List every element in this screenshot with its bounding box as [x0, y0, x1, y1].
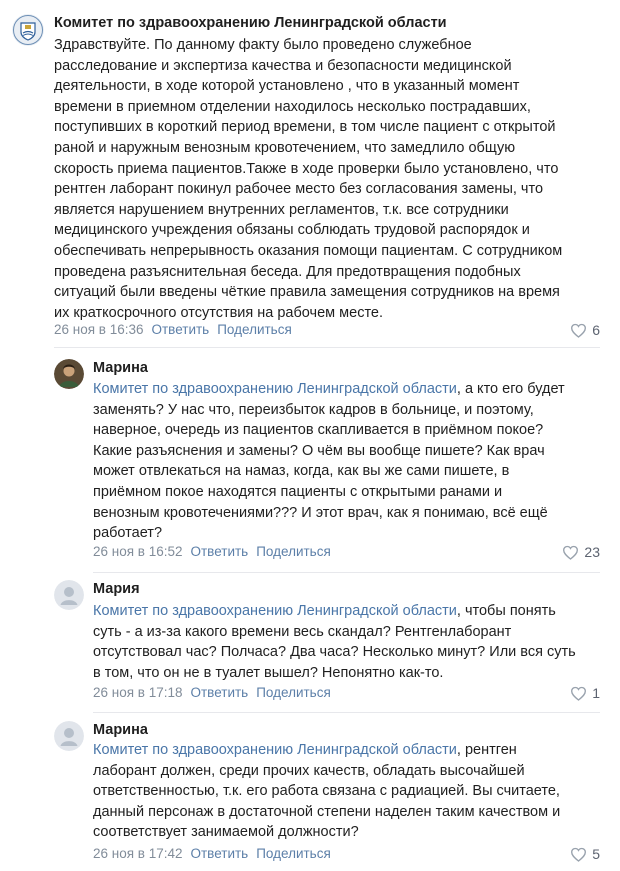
- comment-meta: 26 ноя в 16:52 Ответить Поделиться: [93, 544, 331, 559]
- comment-text: Комитет по здравоохранению Ленинградской…: [93, 601, 576, 683]
- comment-text: Комитет по здравоохранению Ленинградской…: [93, 379, 565, 544]
- avatar[interactable]: [54, 721, 84, 751]
- avatar-committee[interactable]: [12, 14, 44, 46]
- comment-line: Здравствуйте. По данному факту было пров…: [54, 37, 472, 53]
- mention-link[interactable]: Комитет по здравоохранению Ленинградской…: [93, 603, 457, 619]
- comment-reply: Марина Комитет по здравоохранению Ленинг…: [0, 717, 620, 871]
- comment-date[interactable]: 26 ноя в 17:18: [93, 685, 183, 700]
- like-button[interactable]: 23: [562, 544, 600, 560]
- comment-divider: [93, 572, 600, 573]
- default-avatar-icon: [54, 721, 84, 751]
- reply-button[interactable]: Ответить: [152, 322, 210, 337]
- comment-line: данный персонаж в достаточной степени на…: [93, 803, 561, 820]
- like-count: 1: [592, 685, 600, 701]
- mention-link[interactable]: Комитет по здравоохранению Ленинградской…: [93, 381, 457, 397]
- comment-line: Какие разъяснения и замены? О чём вы воо…: [93, 442, 545, 459]
- comment-line: Комитет по здравоохранению Ленинградской…: [93, 379, 565, 400]
- comment-author[interactable]: Марина: [93, 360, 148, 376]
- comment-line: наверное, очередь из пациентов скапливае…: [93, 422, 544, 439]
- default-avatar-icon: [54, 580, 84, 610]
- comment-line: времени в приемном отделении находилось …: [54, 98, 531, 115]
- comment-line: заменять? У нас что, переизбыток кадров …: [93, 401, 534, 418]
- comment-line: медицинского учреждения обязаны соблюдат…: [54, 222, 530, 239]
- comment-line: приёмном покое находятся пациенты с откр…: [93, 483, 503, 500]
- like-count: 5: [592, 846, 600, 862]
- comment-line: ответственностью, т.к. его работа связан…: [93, 783, 560, 800]
- reply-button[interactable]: Ответить: [191, 544, 249, 559]
- comment-line: Комитет по здравоохранению Ленинградской…: [93, 601, 576, 622]
- like-button[interactable]: 1: [570, 685, 600, 701]
- heart-icon: [563, 545, 579, 560]
- share-button[interactable]: Поделиться: [256, 685, 331, 700]
- heart-icon: [571, 686, 587, 701]
- comment-line: венозным кровотечениями??? И этот врач, …: [93, 504, 548, 521]
- reply-button[interactable]: Ответить: [191, 846, 249, 861]
- comment-line-rest: , а кто его будет: [456, 381, 565, 397]
- comment-line: проведена разъяснительная беседа. Для пр…: [54, 263, 521, 280]
- comment-line: может отвлекаться на намаз, когда, как в…: [93, 463, 510, 480]
- avatar[interactable]: [54, 580, 84, 610]
- comment-line-rest: , рентген: [456, 742, 517, 758]
- comment-meta: 26 ноя в 16:36 Ответить Поделиться: [54, 322, 292, 337]
- share-button[interactable]: Поделиться: [256, 544, 331, 559]
- comment-author[interactable]: Комитет по здравоохранению Ленинградской…: [54, 15, 447, 31]
- comment-text: Комитет по здравоохранению Ленинградской…: [93, 740, 560, 843]
- like-count: 23: [584, 544, 600, 560]
- comment-line: отсутствовал час? Полчаса? Два часа? Нес…: [93, 644, 576, 661]
- comment-author[interactable]: Марина: [93, 722, 148, 738]
- comment-line: в том, что он не в туалет вышел? Непонят…: [93, 664, 444, 681]
- comment-line-rest: , чтобы понять: [456, 603, 556, 619]
- comment-reply: Марина Комитет по здравоохранению Ленинг…: [0, 355, 620, 570]
- comment-line: соответствует занимаемой должности?: [93, 824, 359, 841]
- comment-line: Комитет по здравоохранению Ленинградской…: [93, 740, 560, 761]
- avatar[interactable]: [54, 359, 84, 389]
- share-button[interactable]: Поделиться: [217, 322, 292, 337]
- comment-date[interactable]: 26 ноя в 16:36: [54, 322, 144, 337]
- share-button[interactable]: Поделиться: [256, 846, 331, 861]
- comment-line: деятельности, в ходе которой установлено…: [54, 78, 520, 95]
- comment-date[interactable]: 26 ноя в 16:52: [93, 544, 183, 559]
- mention-link[interactable]: Комитет по здравоохранению Ленинградской…: [93, 742, 457, 758]
- heart-icon: [571, 847, 587, 862]
- comment-line: скорость приема пациентов.Также в ходе п…: [54, 160, 559, 177]
- comment-line: раной и наружным венозным кровотечением,…: [54, 139, 516, 156]
- user-photo-icon: [54, 359, 84, 389]
- like-button[interactable]: 5: [570, 846, 600, 862]
- coat-of-arms-icon: [12, 14, 44, 46]
- comment-line: является нарушением внутренних регламент…: [54, 201, 509, 218]
- comment-reply: Мария Комитет по здравоохранению Ленингр…: [0, 576, 620, 711]
- comment-meta: 26 ноя в 17:18 Ответить Поделиться: [93, 685, 331, 700]
- comment-line: их краткосрочного отсутствия на рабочем …: [54, 304, 384, 321]
- comment-line: ситуаций были введены чёткие правила зам…: [54, 284, 560, 301]
- like-button[interactable]: 6: [570, 322, 600, 338]
- comment-text: Здравствуйте. По данному факту было пров…: [54, 35, 562, 323]
- comment-line: работает?: [93, 525, 163, 542]
- comment-line: суть - а из-за какого времени весь сканд…: [93, 623, 512, 640]
- comment-line: обеспечивать непрерывность оказания помо…: [54, 242, 563, 259]
- comment-committee: Комитет по здравоохранению Ленинградской…: [0, 0, 620, 345]
- comment-date[interactable]: 26 ноя в 17:42: [93, 846, 183, 861]
- like-count: 6: [592, 322, 600, 338]
- comment-author[interactable]: Мария: [93, 581, 140, 597]
- comment-line: расследование и экспертиза качества и бе…: [54, 57, 512, 74]
- reply-button[interactable]: Ответить: [191, 685, 249, 700]
- comment-meta: 26 ноя в 17:42 Ответить Поделиться: [93, 846, 331, 861]
- comment-divider: [93, 712, 600, 713]
- comment-line: рентген лаборант покинул рабочее место б…: [54, 181, 544, 198]
- comment-line: лаборант должен, среди прочих качеств, о…: [93, 762, 525, 779]
- heart-icon: [571, 323, 587, 338]
- comment-line: поступивших в короткий период времени, в…: [54, 119, 556, 136]
- comment-divider: [54, 347, 600, 348]
